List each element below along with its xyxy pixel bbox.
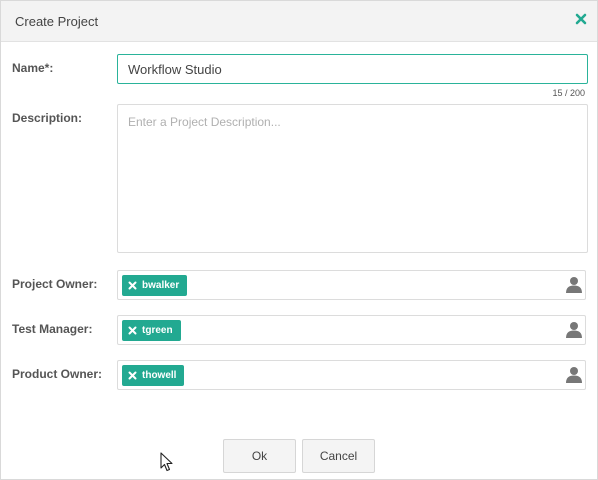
user-tag[interactable]: thowell bbox=[122, 365, 185, 386]
user-tag-label: tgreen bbox=[142, 325, 173, 336]
mouse-pointer-icon bbox=[160, 452, 174, 472]
close-icon[interactable] bbox=[574, 12, 588, 26]
ok-button[interactable]: Ok bbox=[223, 439, 296, 473]
person-icon[interactable] bbox=[566, 276, 582, 293]
dialog-header: Create Project bbox=[1, 1, 597, 42]
test-manager-field[interactable]: tgreen bbox=[117, 315, 586, 345]
name-label: Name*: bbox=[12, 61, 54, 75]
dialog-title: Create Project bbox=[15, 14, 99, 29]
create-project-dialog: Create Project Name*: 15 / 200 Descripti… bbox=[0, 0, 598, 480]
project-owner-field[interactable]: bwalker bbox=[117, 270, 586, 300]
name-input[interactable] bbox=[117, 54, 588, 84]
user-tag[interactable]: tgreen bbox=[122, 320, 181, 341]
user-tag-label: thowell bbox=[142, 370, 177, 381]
person-icon[interactable] bbox=[566, 366, 582, 383]
cancel-button[interactable]: Cancel bbox=[302, 439, 375, 473]
user-tag-label: bwalker bbox=[142, 280, 180, 291]
user-tag[interactable]: bwalker bbox=[122, 275, 188, 296]
test-manager-label: Test Manager: bbox=[12, 322, 93, 336]
name-char-counter: 15 / 200 bbox=[552, 88, 585, 98]
remove-tag-icon[interactable] bbox=[128, 371, 137, 380]
project-owner-label: Project Owner: bbox=[12, 277, 98, 291]
person-icon[interactable] bbox=[566, 321, 582, 338]
description-label: Description: bbox=[12, 111, 83, 125]
description-field[interactable] bbox=[117, 104, 588, 253]
remove-tag-icon[interactable] bbox=[128, 326, 137, 335]
product-owner-field[interactable]: thowell bbox=[117, 360, 586, 390]
product-owner-label: Product Owner: bbox=[12, 367, 103, 381]
remove-tag-icon[interactable] bbox=[128, 281, 137, 290]
